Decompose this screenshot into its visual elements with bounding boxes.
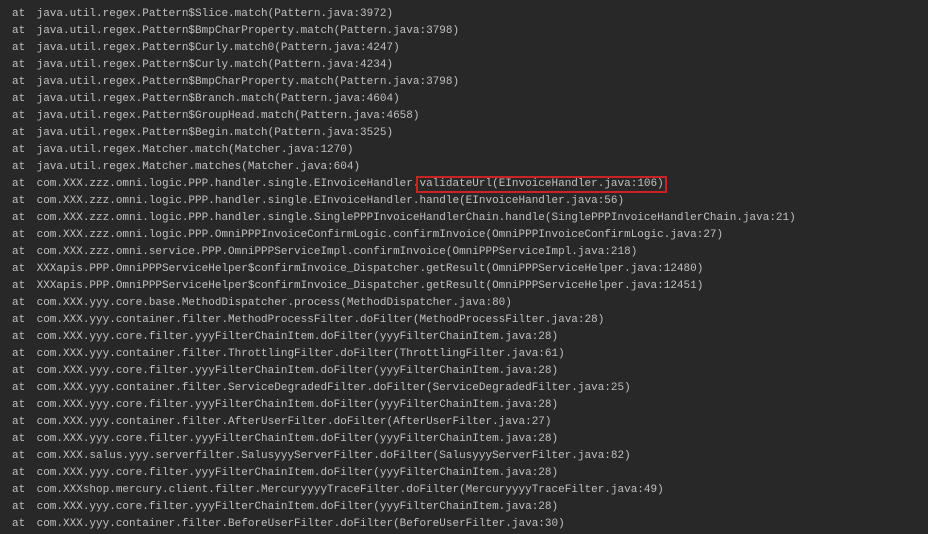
- stack-frame-text: com.XXX.salus.yyy.serverfilter.SalusyyyS…: [37, 450, 631, 462]
- stack-frame-text: com.XXX.zzz.omni.service.PPP.OmniPPPServ…: [37, 246, 638, 258]
- stack-frame-text: com.XXX.zzz.omni.logic.PPP.OmniPPPInvoic…: [37, 229, 724, 241]
- stack-frame-4: at java.util.regex.Pattern$BmpCharProper…: [0, 74, 928, 91]
- stack-at-keyword: at: [12, 244, 30, 261]
- stack-frame-19: at com.XXX.yyy.core.filter.yyyFilterChai…: [0, 329, 928, 346]
- stack-frame-16: at XXXapis.PPP.OmniPPPServiceHelper$conf…: [0, 278, 928, 295]
- stack-at-keyword: at: [12, 295, 30, 312]
- stack-frame-6: at java.util.regex.Pattern$GroupHead.mat…: [0, 108, 928, 125]
- stack-frame-10: at com.XXX.zzz.omni.logic.PPP.handler.si…: [0, 176, 928, 193]
- highlighted-fragment: validateUrl(EInvoiceHandler.java:106): [419, 178, 663, 190]
- stack-frame-24: at com.XXX.yyy.container.filter.AfterUse…: [0, 414, 928, 431]
- stack-at-keyword: at: [12, 91, 30, 108]
- stack-frame-text: com.XXX.zzz.omni.logic.PPP.handler.singl…: [37, 195, 625, 207]
- stack-at-keyword: at: [12, 159, 30, 176]
- stack-at-keyword: at: [12, 431, 30, 448]
- stack-at-keyword: at: [12, 363, 30, 380]
- stack-frame-text: java.util.regex.Pattern$BmpCharProperty.…: [37, 76, 459, 88]
- stack-frame-text: java.util.regex.Pattern$BmpCharProperty.…: [37, 25, 459, 37]
- stack-frame-22: at com.XXX.yyy.container.filter.ServiceD…: [0, 380, 928, 397]
- stack-at-keyword: at: [12, 210, 30, 227]
- stack-frame-text: java.util.regex.Pattern$Slice.match(Patt…: [37, 8, 393, 20]
- stack-at-keyword: at: [12, 261, 30, 278]
- stack-frame-8: at java.util.regex.Matcher.match(Matcher…: [0, 142, 928, 159]
- stack-frame-text: com.XXX.yyy.container.filter.AfterUserFi…: [37, 416, 552, 428]
- stack-at-keyword: at: [12, 397, 30, 414]
- stack-frame-0: at java.util.regex.Pattern$Slice.match(P…: [0, 6, 928, 23]
- stack-frame-text: XXXapis.PPP.OmniPPPServiceHelper$confirm…: [37, 263, 704, 275]
- stack-frame-text: java.util.regex.Pattern$Curly.match0(Pat…: [37, 42, 400, 54]
- stack-frame-5: at java.util.regex.Pattern$Branch.match(…: [0, 91, 928, 108]
- stack-frame-text: java.util.regex.Pattern$Curly.match(Patt…: [37, 59, 393, 71]
- stack-at-keyword: at: [12, 278, 30, 295]
- stack-frame-text: com.XXX.yyy.container.filter.ServiceDegr…: [37, 382, 631, 394]
- stack-frame-21: at com.XXX.yyy.core.filter.yyyFilterChai…: [0, 363, 928, 380]
- stack-frame-text: com.XXX.yyy.core.filter.yyyFilterChainIt…: [37, 365, 559, 377]
- stack-at-keyword: at: [12, 23, 30, 40]
- stack-frame-1: at java.util.regex.Pattern$BmpCharProper…: [0, 23, 928, 40]
- stack-at-keyword: at: [12, 74, 30, 91]
- stack-frame-text: com.XXX.yyy.core.base.MethodDispatcher.p…: [37, 297, 512, 309]
- stack-trace-console: at java.util.regex.Pattern$Slice.match(P…: [0, 0, 928, 534]
- stack-frame-3: at java.util.regex.Pattern$Curly.match(P…: [0, 57, 928, 74]
- stack-frame-14: at com.XXX.zzz.omni.service.PPP.OmniPPPS…: [0, 244, 928, 261]
- stack-frame-27: at com.XXX.yyy.core.filter.yyyFilterChai…: [0, 465, 928, 482]
- stack-frame-13: at com.XXX.zzz.omni.logic.PPP.OmniPPPInv…: [0, 227, 928, 244]
- stack-frame-text: com.XXX.yyy.core.filter.yyyFilterChainIt…: [37, 331, 559, 343]
- stack-at-keyword: at: [12, 499, 30, 516]
- stack-at-keyword: at: [12, 108, 30, 125]
- stack-frame-text: XXXapis.PPP.OmniPPPServiceHelper$confirm…: [37, 280, 704, 292]
- stack-at-keyword: at: [12, 380, 30, 397]
- stack-at-keyword: at: [12, 448, 30, 465]
- stack-at-keyword: at: [12, 142, 30, 159]
- stack-frame-9: at java.util.regex.Matcher.matches(Match…: [0, 159, 928, 176]
- stack-frame-text: java.util.regex.Pattern$Begin.match(Patt…: [37, 127, 393, 139]
- stack-frame-2: at java.util.regex.Pattern$Curly.match0(…: [0, 40, 928, 57]
- stack-frame-7: at java.util.regex.Pattern$Begin.match(P…: [0, 125, 928, 142]
- stack-at-keyword: at: [12, 516, 30, 533]
- stack-frame-text: java.util.regex.Matcher.match(Matcher.ja…: [37, 144, 354, 156]
- stack-at-keyword: at: [12, 176, 30, 193]
- stack-frame-text: com.XXX.yyy.core.filter.yyyFilterChainIt…: [37, 433, 559, 445]
- stack-at-keyword: at: [12, 40, 30, 57]
- stack-frame-26: at com.XXX.salus.yyy.serverfilter.Salusy…: [0, 448, 928, 465]
- stack-frame-text: com.XXX.zzz.omni.logic.PPP.handler.singl…: [37, 212, 796, 224]
- stack-frame-30: at com.XXX.yyy.container.filter.BeforeUs…: [0, 516, 928, 533]
- stack-frame-text: com.XXX.yyy.core.filter.yyyFilterChainIt…: [37, 399, 559, 411]
- stack-frame-12: at com.XXX.zzz.omni.logic.PPP.handler.si…: [0, 210, 928, 227]
- stack-frame-text: com.XXX.yyy.container.filter.BeforeUserF…: [37, 518, 565, 530]
- stack-at-keyword: at: [12, 414, 30, 431]
- stack-frame-text: java.util.regex.Pattern$Branch.match(Pat…: [37, 93, 400, 105]
- stack-frame-23: at com.XXX.yyy.core.filter.yyyFilterChai…: [0, 397, 928, 414]
- stack-frame-text: java.util.regex.Pattern$GroupHead.match(…: [37, 110, 420, 122]
- stack-at-keyword: at: [12, 482, 30, 499]
- stack-frame-text: com.XXX.yyy.core.filter.yyyFilterChainIt…: [37, 467, 559, 479]
- stack-at-keyword: at: [12, 227, 30, 244]
- stack-at-keyword: at: [12, 193, 30, 210]
- stack-frame-15: at XXXapis.PPP.OmniPPPServiceHelper$conf…: [0, 261, 928, 278]
- stack-frame-text: com.XXX.yyy.container.filter.MethodProce…: [37, 314, 605, 326]
- stack-frame-text: com.XXX.yyy.core.filter.yyyFilterChainIt…: [37, 501, 559, 513]
- stack-frame-29: at com.XXX.yyy.core.filter.yyyFilterChai…: [0, 499, 928, 516]
- stack-at-keyword: at: [12, 6, 30, 23]
- stack-frame-text: com.XXX.zzz.omni.logic.PPP.handler.singl…: [37, 178, 664, 190]
- stack-at-keyword: at: [12, 125, 30, 142]
- stack-at-keyword: at: [12, 312, 30, 329]
- stack-frame-25: at com.XXX.yyy.core.filter.yyyFilterChai…: [0, 431, 928, 448]
- stack-frame-18: at com.XXX.yyy.container.filter.MethodPr…: [0, 312, 928, 329]
- stack-frame-20: at com.XXX.yyy.container.filter.Throttli…: [0, 346, 928, 363]
- stack-frame-11: at com.XXX.zzz.omni.logic.PPP.handler.si…: [0, 193, 928, 210]
- stack-frame-17: at com.XXX.yyy.core.base.MethodDispatche…: [0, 295, 928, 312]
- stack-frame-text: com.XXXshop.mercury.client.filter.Mercur…: [37, 484, 664, 496]
- stack-frame-28: at com.XXXshop.mercury.client.filter.Mer…: [0, 482, 928, 499]
- stack-frame-text: com.XXX.yyy.container.filter.ThrottlingF…: [37, 348, 565, 360]
- stack-at-keyword: at: [12, 57, 30, 74]
- stack-at-keyword: at: [12, 465, 30, 482]
- stack-frame-text: java.util.regex.Matcher.matches(Matcher.…: [37, 161, 360, 173]
- stack-at-keyword: at: [12, 329, 30, 346]
- stack-at-keyword: at: [12, 346, 30, 363]
